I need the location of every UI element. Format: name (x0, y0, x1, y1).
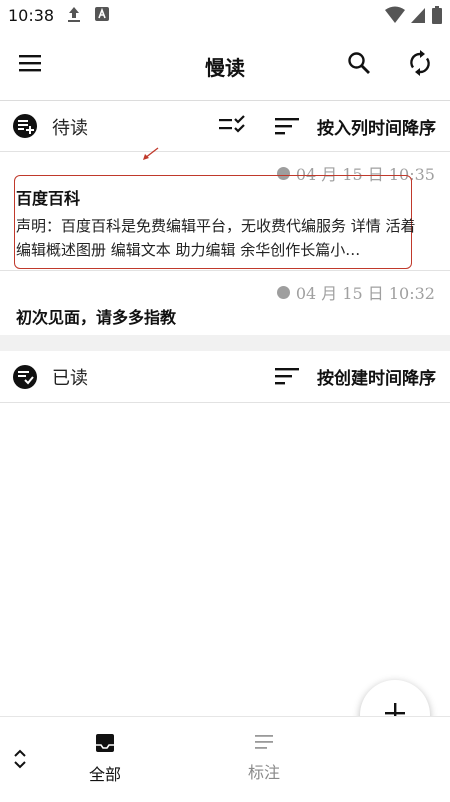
read-list-icon (12, 364, 38, 394)
expand-toggle-button[interactable] (12, 747, 28, 775)
list-item[interactable]: 04 月 15 日 10:32 初次见面，请多多指教 (0, 271, 450, 335)
status-time: 10:38 (8, 6, 55, 25)
sync-icon (408, 50, 432, 80)
unread-sort-button[interactable]: 按入列时间降序 (317, 114, 436, 139)
signal-icon (410, 6, 426, 28)
app-notification-icon (94, 6, 110, 26)
inbox-icon (95, 734, 115, 757)
section-separator (0, 335, 450, 351)
read-sort-icon (275, 367, 299, 389)
notes-icon (254, 735, 274, 755)
divider (0, 402, 450, 403)
unread-section-label: 待读 (52, 118, 88, 139)
status-bar: 10:38 (0, 0, 450, 30)
page-title: 慢读 (205, 56, 245, 80)
status-dot (276, 285, 290, 299)
upload-icon (66, 6, 82, 28)
unread-list-icon (12, 113, 38, 143)
read-sort-button[interactable]: 按创建时间降序 (317, 364, 436, 389)
search-button[interactable] (339, 45, 379, 85)
checklist-icon (219, 115, 245, 133)
tab-all[interactable]: 全部 (65, 733, 145, 785)
sync-button[interactable] (400, 45, 440, 85)
read-section-label: 已读 (52, 368, 88, 389)
tab-notes-label: 标注 (247, 763, 280, 782)
battery-icon (432, 6, 442, 28)
item-timestamp: 04 月 15 日 10:32 (276, 280, 435, 304)
tab-notes[interactable]: 标注 (224, 733, 304, 783)
item-title: 初次见面，请多多指教 (16, 308, 177, 327)
unfold-icon (14, 749, 26, 769)
batch-select-button[interactable] (218, 115, 246, 141)
app-bar: 慢读 (0, 30, 450, 101)
tab-all-label: 全部 (88, 765, 121, 784)
read-section-header: 已读 按创建时间降序 (0, 351, 450, 401)
unread-sort-icon (275, 117, 299, 139)
unread-section-header: 待读 按入列时间降序 (0, 101, 450, 151)
item-title: 百度百科 (16, 189, 81, 208)
search-icon (347, 51, 371, 79)
list-item[interactable]: 04 月 15 日 10:35 百度百科 声明：百度百科是免费编辑平台，无收费代… (0, 152, 450, 270)
wifi-icon (384, 6, 406, 28)
item-excerpt: 声明：百度百科是免费编辑平台，无收费代编服务 详情 活着 编辑概述图册 编辑文本… (16, 217, 416, 259)
bottom-navigation: 全部 标注 (0, 716, 450, 802)
